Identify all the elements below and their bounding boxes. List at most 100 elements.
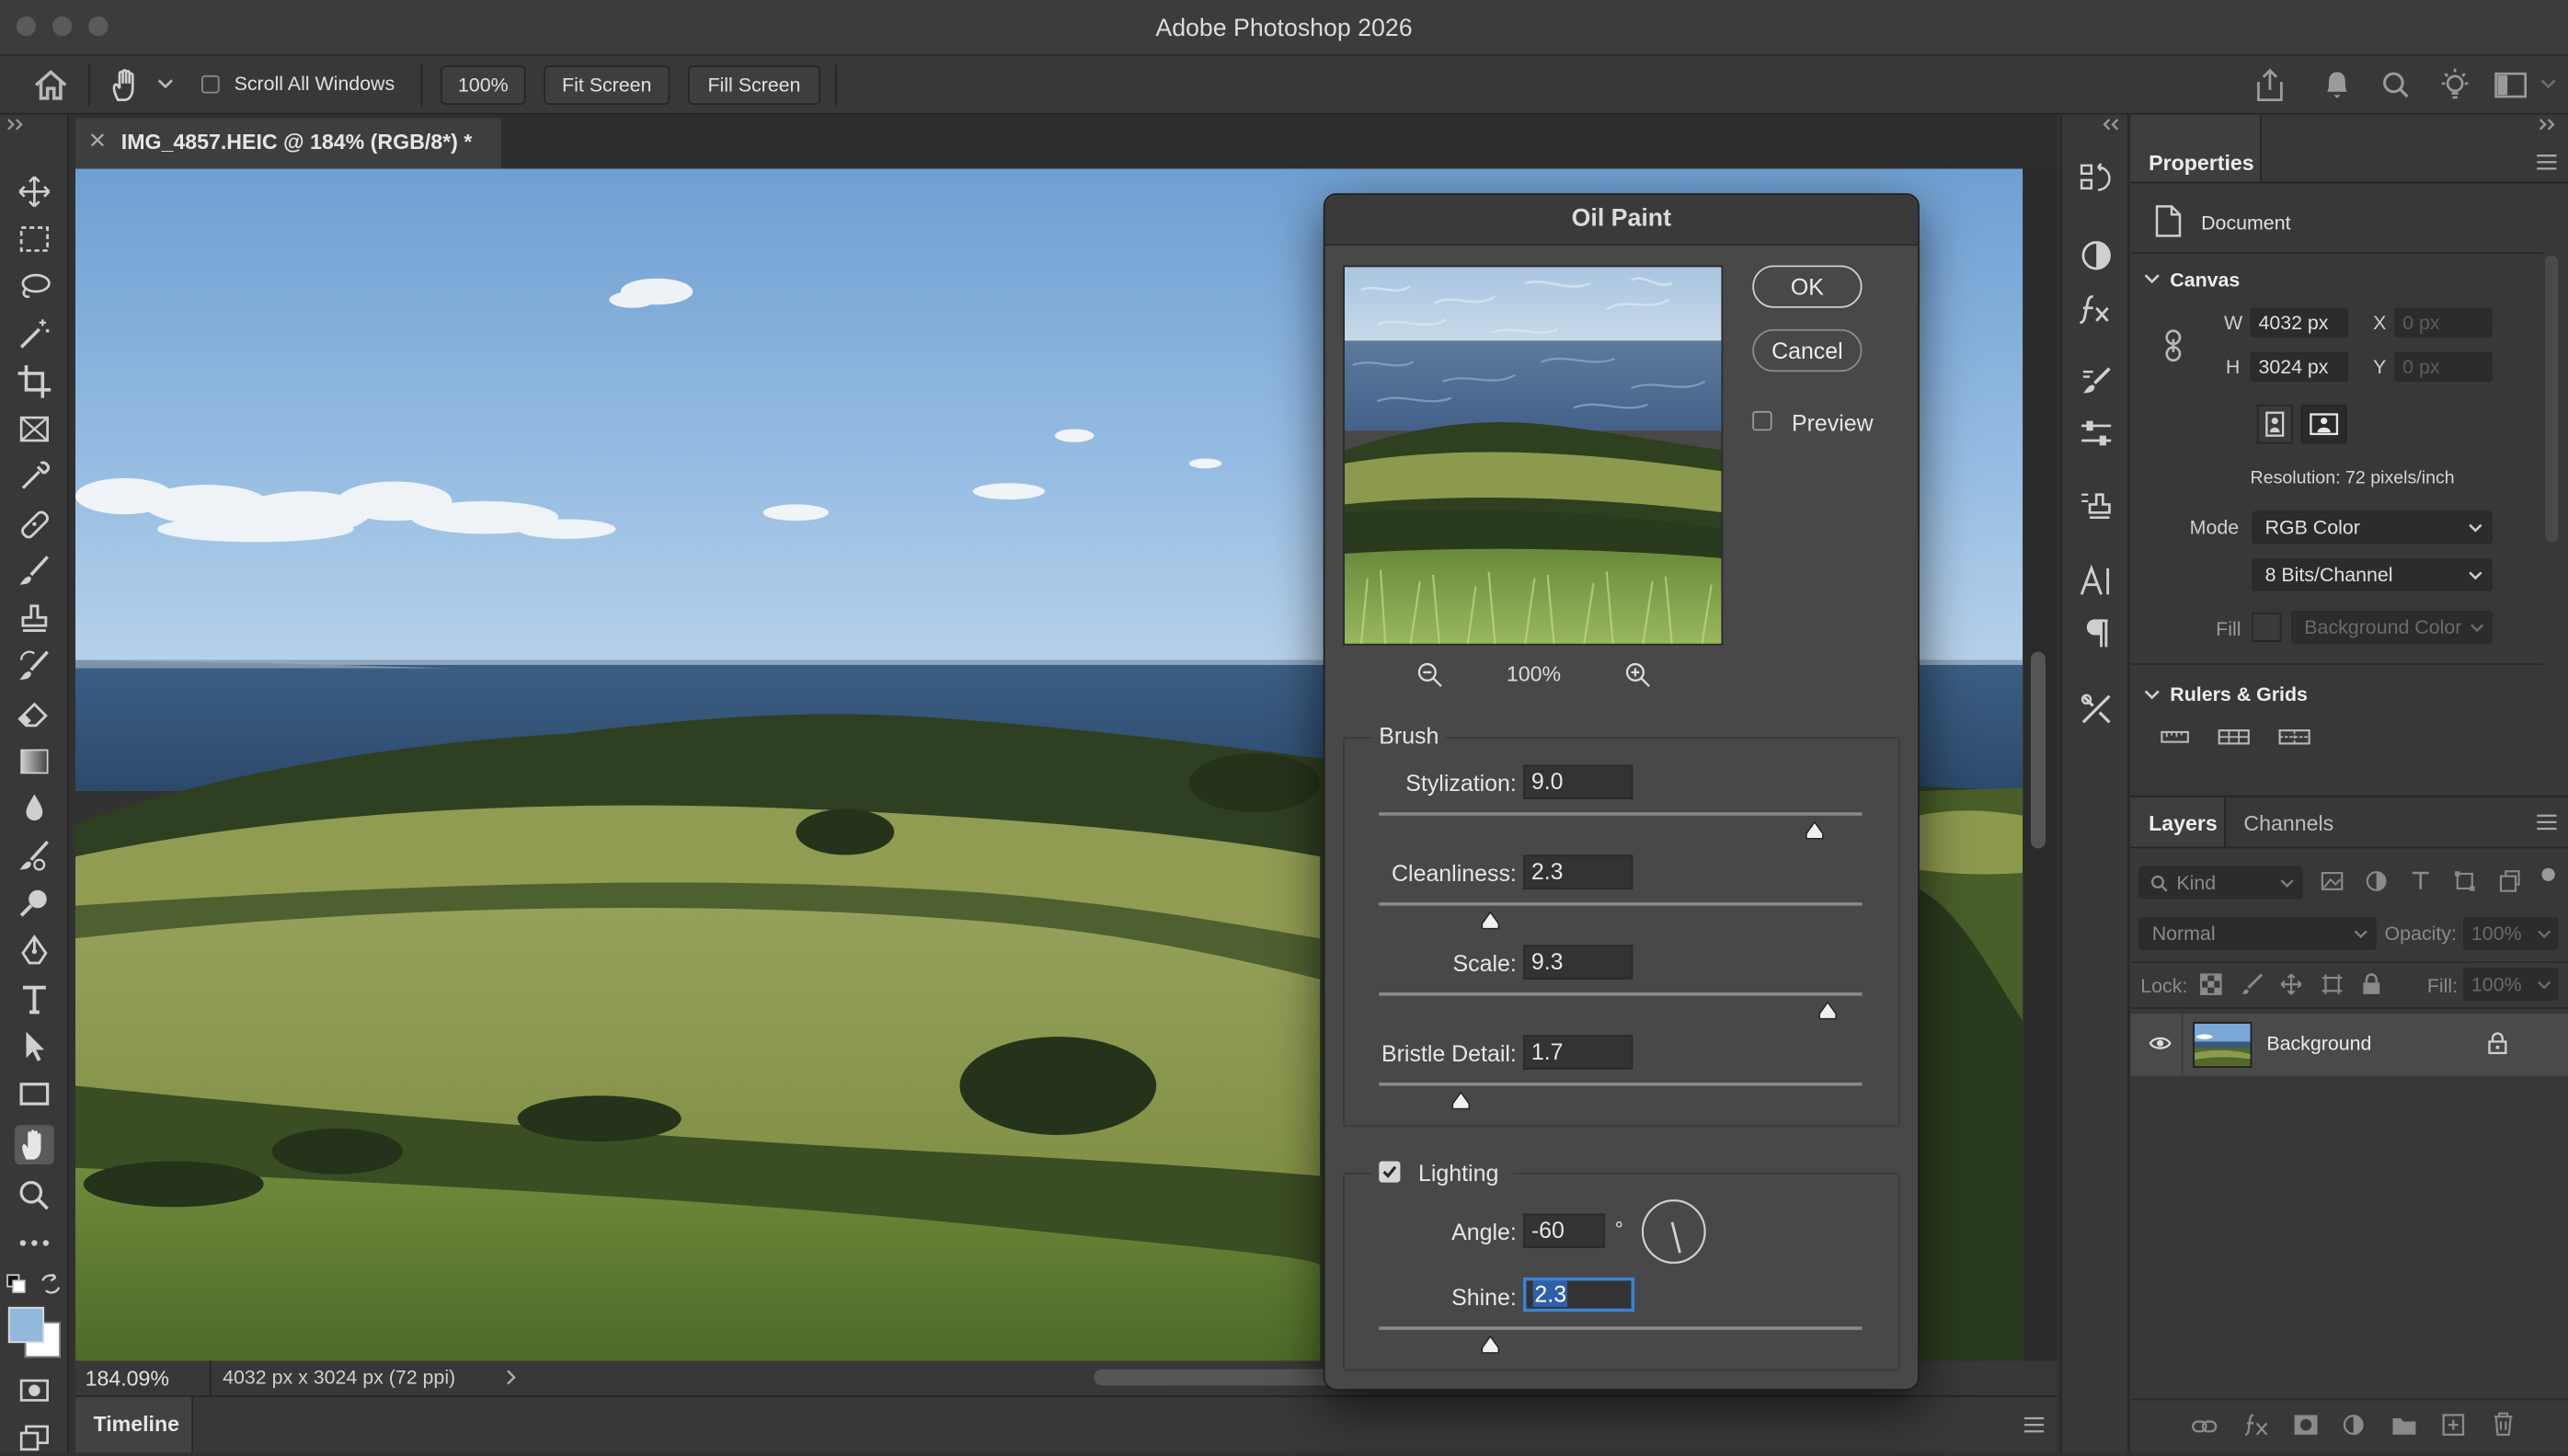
panel-menu-icon[interactable]	[2537, 154, 2557, 170]
panel-menu-icon[interactable]	[2023, 1416, 2045, 1433]
eye-icon[interactable]	[2149, 1035, 2172, 1051]
zoom-tool-icon[interactable]	[15, 1175, 54, 1215]
angle-field[interactable]: -60	[1522, 1213, 1605, 1248]
portrait-orientation-icon[interactable]	[2256, 404, 2293, 444]
new-adjustment-layer-icon[interactable]	[2342, 1414, 2365, 1437]
history-brush-tool-icon[interactable]	[15, 647, 54, 686]
chevron-down-icon[interactable]	[2144, 272, 2161, 285]
more-tools-icon[interactable]	[15, 1223, 54, 1263]
preview-image[interactable]	[1343, 265, 1724, 646]
zoom-status[interactable]: 184.09%	[86, 1366, 169, 1391]
fill-dropdown[interactable]: Background Color	[2291, 611, 2493, 644]
stylization-slider-thumb[interactable]	[1804, 820, 1823, 840]
shine-field[interactable]: 2.3	[1522, 1277, 1635, 1313]
path-selection-tool-icon[interactable]	[15, 1026, 54, 1066]
rulers-grids-section-title[interactable]: Rulers & Grids	[2170, 683, 2308, 706]
horizontal-scroll-thumb[interactable]	[1094, 1369, 1340, 1386]
filter-shape-icon[interactable]	[2453, 869, 2476, 892]
ok-button[interactable]: OK	[1752, 265, 1863, 308]
fill-field[interactable]: 100%	[2463, 968, 2559, 1001]
new-layer-icon[interactable]	[2442, 1414, 2465, 1437]
zoom-lens-tool-icon[interactable]	[15, 885, 54, 924]
chevron-down-icon[interactable]	[157, 77, 174, 90]
scale-field[interactable]: 9.3	[1522, 945, 1634, 980]
brush-settings-icon[interactable]	[2079, 363, 2115, 399]
landscape-orientation-icon[interactable]	[2300, 404, 2347, 444]
vertical-scrollbar[interactable]	[2023, 168, 2058, 1361]
add-mask-icon[interactable]	[2293, 1414, 2319, 1437]
document-tab[interactable]: IMG_4857.HEIC @ 184% (RGB/8*) *	[75, 118, 501, 169]
chevron-down-icon[interactable]	[2540, 77, 2557, 90]
lock-artboard-icon[interactable]	[2321, 973, 2344, 996]
marquee-tool-icon[interactable]	[15, 220, 54, 259]
filter-pixel-icon[interactable]	[2321, 869, 2344, 892]
brush-tool-icon[interactable]	[15, 552, 54, 591]
canvas-section-title[interactable]: Canvas	[2170, 269, 2240, 292]
trash-icon[interactable]	[2493, 1412, 2514, 1437]
panel-menu-icon[interactable]	[2537, 814, 2557, 831]
lightbulb-icon[interactable]	[2438, 67, 2471, 103]
expand-icon[interactable]	[2539, 118, 2558, 131]
angle-dial[interactable]	[1641, 1198, 1706, 1264]
x-field[interactable]: 0 px	[2394, 307, 2493, 338]
link-layers-icon[interactable]	[2191, 1416, 2218, 1436]
layer-row[interactable]: Background	[2130, 1014, 2568, 1076]
lasso-tool-icon[interactable]	[15, 267, 54, 306]
tool-presets-icon[interactable]	[2079, 691, 2115, 727]
bristle-detail-track[interactable]	[1379, 1082, 1863, 1086]
ruler-icon[interactable]	[2161, 728, 2190, 747]
fill-screen-button[interactable]: Fill Screen	[687, 65, 821, 105]
filter-type-icon[interactable]	[2409, 869, 2432, 892]
lock-transparent-icon[interactable]	[2199, 973, 2222, 996]
bristle-detail-field[interactable]: 1.7	[1522, 1035, 1634, 1070]
fill-swatch[interactable]	[2252, 612, 2282, 642]
type-tool-icon[interactable]	[15, 980, 54, 1019]
healing-brush-tool-icon[interactable]	[15, 504, 54, 544]
adjustments-panel-icon[interactable]	[2079, 237, 2115, 273]
blur-tool-icon[interactable]	[15, 789, 54, 829]
zoom-100-button[interactable]: 100%	[440, 65, 526, 105]
clone-source-icon[interactable]	[2079, 488, 2115, 524]
blend-mode-dropdown[interactable]: Normal	[2138, 917, 2377, 950]
shine-track[interactable]	[1379, 1326, 1863, 1330]
default-colors-icon[interactable]	[6, 1274, 26, 1293]
shine-slider-thumb[interactable]	[1480, 1335, 1499, 1354]
grid-icon[interactable]	[2218, 728, 2251, 747]
lock-pixels-icon[interactable]	[2241, 973, 2264, 996]
frame-tool-icon[interactable]	[15, 409, 54, 449]
guides-icon[interactable]	[2278, 728, 2311, 747]
cleanliness-slider-thumb[interactable]	[1480, 911, 1499, 930]
properties-scroll-thumb[interactable]	[2545, 255, 2559, 543]
y-field[interactable]: 0 px	[2394, 351, 2493, 382]
dodge-tool-icon[interactable]	[15, 837, 54, 877]
sliders-icon[interactable]	[2079, 416, 2115, 452]
scroll-all-windows-checkbox[interactable]	[201, 75, 220, 94]
vertical-scroll-thumb[interactable]	[2030, 651, 2046, 849]
collapse-icon[interactable]	[2102, 118, 2121, 131]
hand-tool-icon[interactable]	[15, 1125, 54, 1165]
new-group-icon[interactable]	[2391, 1415, 2417, 1436]
crop-tool-icon[interactable]	[15, 362, 54, 402]
opacity-field[interactable]: 100%	[2463, 917, 2559, 950]
bit-depth-dropdown[interactable]: 8 Bits/Channel	[2252, 558, 2493, 591]
paragraph-panel-icon[interactable]	[2079, 616, 2115, 652]
magic-wand-tool-icon[interactable]	[15, 315, 54, 354]
width-field[interactable]: 4032 px	[2250, 307, 2349, 338]
cleanliness-field[interactable]: 2.3	[1522, 854, 1634, 889]
share-icon[interactable]	[2253, 67, 2287, 103]
filter-smart-object-icon[interactable]	[2497, 869, 2520, 892]
kind-filter-dropdown[interactable]: Kind	[2138, 866, 2303, 900]
stylization-field[interactable]: 9.0	[1522, 764, 1634, 799]
home-icon[interactable]	[33, 69, 69, 102]
workspace-icon[interactable]	[2494, 72, 2528, 98]
stylization-track[interactable]	[1379, 812, 1863, 816]
lighting-checkbox[interactable]	[1379, 1161, 1401, 1183]
close-tab-icon[interactable]	[90, 132, 105, 147]
screen-mode-icon[interactable]	[15, 1416, 54, 1456]
height-field[interactable]: 3024 px	[2250, 351, 2349, 382]
quick-mask-icon[interactable]	[15, 1370, 54, 1410]
channels-tab[interactable]: Channels	[2243, 810, 2333, 835]
zoom-in-icon[interactable]	[1624, 661, 1650, 687]
filter-toggle-icon[interactable]	[2541, 867, 2555, 881]
rectangle-tool-icon[interactable]	[15, 1074, 54, 1114]
